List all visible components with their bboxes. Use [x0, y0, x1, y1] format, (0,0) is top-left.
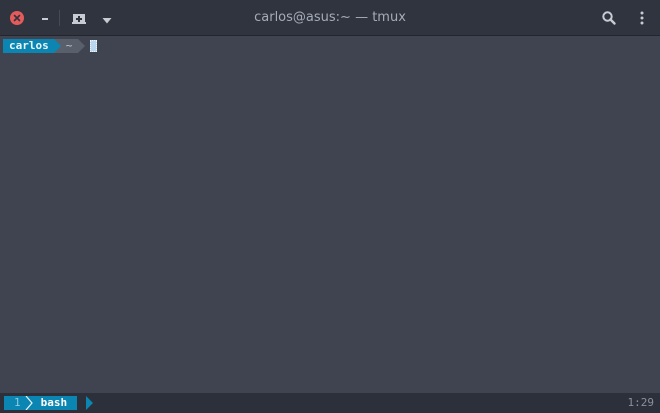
- shell-prompt: carlos ~: [3, 39, 98, 53]
- text-cursor: [90, 40, 98, 52]
- window-title: carlos@asus:~ — tmux: [254, 10, 406, 25]
- chevron-down-icon[interactable]: [100, 12, 114, 24]
- terminal-pane[interactable]: carlos ~: [0, 36, 660, 393]
- status-clock: 1:29: [627, 396, 655, 409]
- titlebar-divider: [59, 10, 60, 26]
- close-icon[interactable]: [10, 11, 24, 25]
- title-bar: carlos@asus:~ — tmux: [0, 0, 660, 36]
- window-index: 1: [14, 396, 21, 409]
- prompt-directory: ~: [60, 39, 79, 53]
- window-name: bash: [40, 396, 68, 409]
- new-tab-icon[interactable]: [71, 10, 87, 26]
- powerline-separator-end: [78, 39, 86, 53]
- tmux-window-tab[interactable]: 1 bash: [4, 396, 78, 410]
- powerline-window-end: [86, 396, 93, 410]
- powerline-separator: [53, 39, 61, 53]
- kebab-menu-icon[interactable]: [638, 10, 646, 26]
- tmux-status-bar: 1 bash 1:29: [0, 393, 660, 413]
- terminal-window: carlos@asus:~ — tmux carlos ~ 1 bash 1:2…: [0, 0, 660, 413]
- chevron-right-icon: [25, 396, 33, 410]
- minimize-icon[interactable]: [38, 10, 52, 26]
- prompt-user: carlos: [3, 39, 54, 53]
- search-icon[interactable]: [601, 10, 617, 26]
